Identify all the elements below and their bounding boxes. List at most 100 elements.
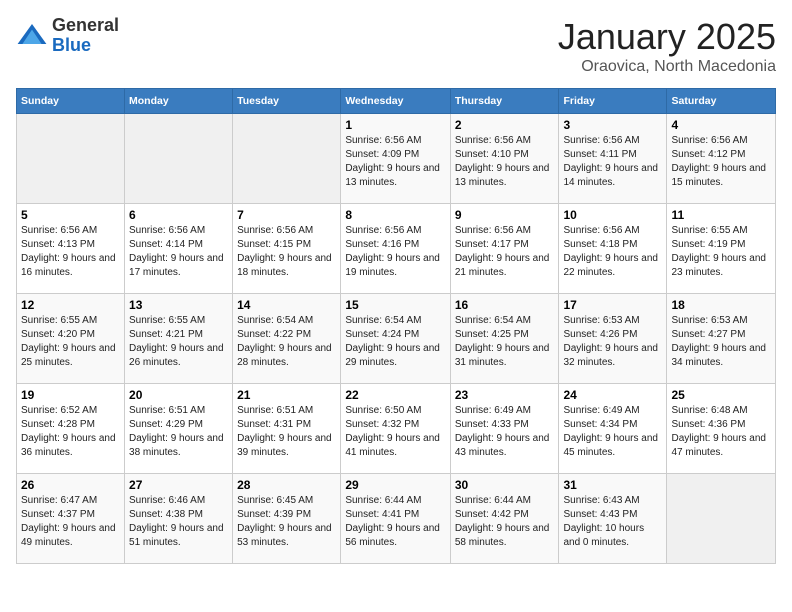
calendar-day: 6Sunrise: 6:56 AM Sunset: 4:14 PM Daylig… — [125, 204, 233, 294]
calendar-day: 10Sunrise: 6:56 AM Sunset: 4:18 PM Dayli… — [559, 204, 667, 294]
day-info: Sunrise: 6:50 AM Sunset: 4:32 PM Dayligh… — [345, 404, 445, 460]
title-block: January 2025 Oraovica, North Macedonia — [558, 16, 776, 76]
day-number: 12 — [21, 298, 120, 312]
day-info: Sunrise: 6:43 AM Sunset: 4:43 PM Dayligh… — [563, 494, 662, 550]
day-info: Sunrise: 6:51 AM Sunset: 4:31 PM Dayligh… — [237, 404, 336, 460]
calendar-day: 2 Sunrise: 6:56 AM Sunset: 4:10 PM Daylig… — [450, 114, 559, 204]
day-info: Sunrise: 6:46 AM Sunset: 4:38 PM Dayligh… — [129, 494, 228, 550]
calendar-day — [125, 114, 233, 204]
day-info: Sunrise: 6:55 AM Sunset: 4:20 PM Dayligh… — [21, 314, 120, 370]
weekday-header: Saturday — [667, 89, 776, 114]
weekday-header: Monday — [125, 89, 233, 114]
calendar-day — [233, 114, 341, 204]
calendar: SundayMondayTuesdayWednesdayThursdayFrid… — [16, 88, 776, 564]
calendar-day: 5Sunrise: 6:56 AM Sunset: 4:13 PM Daylig… — [17, 204, 125, 294]
day-info: Sunrise: 6:54 AM Sunset: 4:25 PM Dayligh… — [455, 314, 555, 370]
calendar-header: SundayMondayTuesdayWednesdayThursdayFrid… — [17, 89, 776, 114]
logo: General Blue — [16, 16, 119, 56]
day-info: Sunrise: 6:49 AM Sunset: 4:34 PM Dayligh… — [563, 404, 662, 460]
calendar-day: 16 Sunrise: 6:54 AM Sunset: 4:25 PM Dayli… — [450, 294, 559, 384]
calendar-day: 15 Sunrise: 6:54 AM Sunset: 4:24 PM Dayli… — [341, 294, 450, 384]
day-number: 3 — [563, 118, 662, 132]
month-title: January 2025 — [558, 16, 776, 58]
day-info: Sunrise: 6:51 AM Sunset: 4:29 PM Dayligh… — [129, 404, 228, 460]
calendar-week: 12 Sunrise: 6:55 AM Sunset: 4:20 PM Dayli… — [17, 294, 776, 384]
day-info: Sunrise: 6:53 AM Sunset: 4:27 PM Dayligh… — [671, 314, 771, 370]
calendar-day: 21Sunrise: 6:51 AM Sunset: 4:31 PM Dayli… — [233, 384, 341, 474]
calendar-day: 12 Sunrise: 6:55 AM Sunset: 4:20 PM Dayli… — [17, 294, 125, 384]
logo-general: General — [52, 16, 119, 36]
location-title: Oraovica, North Macedonia — [558, 58, 776, 76]
calendar-day: 18 Sunrise: 6:53 AM Sunset: 4:27 PM Dayli… — [667, 294, 776, 384]
calendar-week: 5Sunrise: 6:56 AM Sunset: 4:13 PM Daylig… — [17, 204, 776, 294]
day-info: Sunrise: 6:56 AM Sunset: 4:17 PM Dayligh… — [455, 224, 555, 280]
day-info: Sunrise: 6:56 AM Sunset: 4:18 PM Dayligh… — [563, 224, 662, 280]
day-number: 14 — [237, 298, 336, 312]
weekday-header: Sunday — [17, 89, 125, 114]
day-info: Sunrise: 6:56 AM Sunset: 4:09 PM Dayligh… — [345, 134, 445, 190]
weekday-header: Thursday — [450, 89, 559, 114]
day-number: 22 — [345, 388, 445, 402]
calendar-day: 27Sunrise: 6:46 AM Sunset: 4:38 PM Dayli… — [125, 474, 233, 564]
day-number: 20 — [129, 388, 228, 402]
calendar-day: 20 Sunrise: 6:51 AM Sunset: 4:29 PM Dayli… — [125, 384, 233, 474]
day-number: 2 — [455, 118, 555, 132]
day-number: 16 — [455, 298, 555, 312]
calendar-day: 4 Sunrise: 6:56 AM Sunset: 4:12 PM Daylig… — [667, 114, 776, 204]
calendar-day: 13Sunrise: 6:55 AM Sunset: 4:21 PM Dayli… — [125, 294, 233, 384]
day-info: Sunrise: 6:56 AM Sunset: 4:15 PM Dayligh… — [237, 224, 336, 280]
day-number: 26 — [21, 478, 120, 492]
day-info: Sunrise: 6:52 AM Sunset: 4:28 PM Dayligh… — [21, 404, 120, 460]
page-header: General Blue January 2025 Oraovica, Nort… — [16, 16, 776, 76]
header-row: SundayMondayTuesdayWednesdayThursdayFrid… — [17, 89, 776, 114]
day-number: 31 — [563, 478, 662, 492]
calendar-day: 11 Sunrise: 6:55 AM Sunset: 4:19 PM Dayli… — [667, 204, 776, 294]
calendar-day: 30Sunrise: 6:44 AM Sunset: 4:42 PM Dayli… — [450, 474, 559, 564]
day-info: Sunrise: 6:56 AM Sunset: 4:11 PM Dayligh… — [563, 134, 662, 190]
day-info: Sunrise: 6:55 AM Sunset: 4:19 PM Dayligh… — [671, 224, 771, 280]
calendar-day: 29Sunrise: 6:44 AM Sunset: 4:41 PM Dayli… — [341, 474, 450, 564]
calendar-week: 1Sunrise: 6:56 AM Sunset: 4:09 PM Daylig… — [17, 114, 776, 204]
calendar-week: 19 Sunrise: 6:52 AM Sunset: 4:28 PM Dayli… — [17, 384, 776, 474]
weekday-header: Tuesday — [233, 89, 341, 114]
weekday-header: Friday — [559, 89, 667, 114]
calendar-day — [667, 474, 776, 564]
day-number: 13 — [129, 298, 228, 312]
day-info: Sunrise: 6:49 AM Sunset: 4:33 PM Dayligh… — [455, 404, 555, 460]
day-info: Sunrise: 6:54 AM Sunset: 4:24 PM Dayligh… — [345, 314, 445, 370]
calendar-day: 17Sunrise: 6:53 AM Sunset: 4:26 PM Dayli… — [559, 294, 667, 384]
day-number: 18 — [671, 298, 771, 312]
calendar-day: 31 Sunrise: 6:43 AM Sunset: 4:43 PM Dayli… — [559, 474, 667, 564]
day-info: Sunrise: 6:48 AM Sunset: 4:36 PM Dayligh… — [671, 404, 771, 460]
calendar-day: 3 Sunrise: 6:56 AM Sunset: 4:11 PM Daylig… — [559, 114, 667, 204]
day-number: 19 — [21, 388, 120, 402]
logo-text: General Blue — [52, 16, 119, 56]
calendar-day: 26Sunrise: 6:47 AM Sunset: 4:37 PM Dayli… — [17, 474, 125, 564]
day-number: 4 — [671, 118, 771, 132]
day-info: Sunrise: 6:56 AM Sunset: 4:16 PM Dayligh… — [345, 224, 445, 280]
day-info: Sunrise: 6:56 AM Sunset: 4:10 PM Dayligh… — [455, 134, 555, 190]
day-number: 24 — [563, 388, 662, 402]
calendar-day: 22 Sunrise: 6:50 AM Sunset: 4:32 PM Dayli… — [341, 384, 450, 474]
day-info: Sunrise: 6:56 AM Sunset: 4:14 PM Dayligh… — [129, 224, 228, 280]
calendar-week: 26Sunrise: 6:47 AM Sunset: 4:37 PM Dayli… — [17, 474, 776, 564]
day-number: 5 — [21, 208, 120, 222]
day-info: Sunrise: 6:44 AM Sunset: 4:42 PM Dayligh… — [455, 494, 555, 550]
day-info: Sunrise: 6:44 AM Sunset: 4:41 PM Dayligh… — [345, 494, 445, 550]
day-number: 15 — [345, 298, 445, 312]
calendar-day: 8 Sunrise: 6:56 AM Sunset: 4:16 PM Daylig… — [341, 204, 450, 294]
calendar-day: 1Sunrise: 6:56 AM Sunset: 4:09 PM Daylig… — [341, 114, 450, 204]
day-number: 9 — [455, 208, 555, 222]
day-number: 28 — [237, 478, 336, 492]
day-number: 11 — [671, 208, 771, 222]
day-info: Sunrise: 6:56 AM Sunset: 4:12 PM Dayligh… — [671, 134, 771, 190]
calendar-day: 19 Sunrise: 6:52 AM Sunset: 4:28 PM Dayli… — [17, 384, 125, 474]
day-number: 23 — [455, 388, 555, 402]
calendar-day: 9 Sunrise: 6:56 AM Sunset: 4:17 PM Daylig… — [450, 204, 559, 294]
calendar-body: 1Sunrise: 6:56 AM Sunset: 4:09 PM Daylig… — [17, 114, 776, 564]
calendar-day: 7Sunrise: 6:56 AM Sunset: 4:15 PM Daylig… — [233, 204, 341, 294]
logo-icon — [16, 20, 48, 52]
calendar-day: 28Sunrise: 6:45 AM Sunset: 4:39 PM Dayli… — [233, 474, 341, 564]
day-number: 8 — [345, 208, 445, 222]
calendar-day: 14Sunrise: 6:54 AM Sunset: 4:22 PM Dayli… — [233, 294, 341, 384]
